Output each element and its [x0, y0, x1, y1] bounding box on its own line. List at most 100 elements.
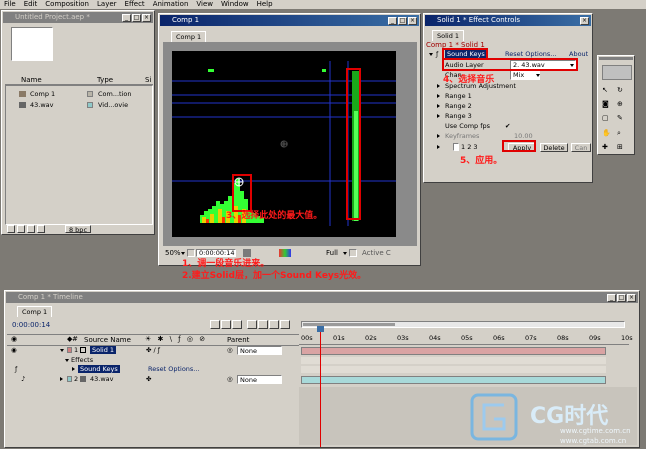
- visibility-icon[interactable]: ◉: [11, 346, 17, 354]
- new-folder-button[interactable]: [17, 225, 25, 233]
- prop-label[interactable]: Range 2: [445, 102, 472, 110]
- prop-label[interactable]: Range 1: [445, 92, 472, 100]
- zoom-dropdown[interactable]: 50%: [165, 249, 181, 257]
- maximize-button[interactable]: □: [398, 17, 407, 25]
- current-time-indicator[interactable]: [320, 329, 321, 447]
- timeline-current-time[interactable]: 0:00:00:14: [12, 321, 50, 329]
- resolution-dropdown[interactable]: Full: [326, 249, 338, 257]
- zoom-tool-icon[interactable]: ⌕: [617, 129, 625, 137]
- fx-titlebar[interactable]: Solid 1 * Effect Controls ×: [425, 15, 591, 26]
- close-button[interactable]: ×: [142, 14, 151, 22]
- close-button[interactable]: ×: [408, 17, 417, 25]
- trash-button[interactable]: [37, 225, 45, 233]
- maximize-button[interactable]: □: [617, 294, 626, 302]
- menu-item[interactable]: File: [0, 0, 20, 9]
- graph-editor-button[interactable]: [269, 320, 279, 329]
- comp-titlebar[interactable]: Comp 1 _ □ ×: [160, 15, 419, 26]
- close-button[interactable]: ×: [627, 294, 636, 302]
- motion-blur-button[interactable]: [247, 320, 257, 329]
- twirl-right-icon[interactable]: [437, 134, 440, 138]
- menu-item[interactable]: Animation: [149, 0, 193, 9]
- menu-item[interactable]: Composition: [41, 0, 93, 9]
- cancel-button[interactable]: Can: [571, 143, 591, 152]
- shy-switch-button[interactable]: [221, 320, 231, 329]
- twirl-right-icon[interactable]: [437, 94, 440, 98]
- roi-button[interactable]: [349, 249, 357, 257]
- tab-timeline-comp-1[interactable]: Comp 1: [17, 306, 53, 317]
- hand-tool-icon[interactable]: ✋: [602, 129, 611, 137]
- col-size[interactable]: Si: [145, 76, 151, 84]
- list-item[interactable]: 43.wav Vid...ovie: [8, 101, 148, 110]
- twirl-right-icon[interactable]: [60, 377, 63, 381]
- parent-pickwhip-icon[interactable]: ◎: [227, 346, 233, 354]
- minimize-button[interactable]: _: [388, 17, 397, 25]
- menu-item[interactable]: View: [192, 0, 217, 9]
- list-item[interactable]: Comp 1 Com...tion: [8, 90, 148, 99]
- col-source-name[interactable]: Source Name: [84, 336, 131, 344]
- minimize-button[interactable]: _: [607, 294, 616, 302]
- slot-1[interactable]: [453, 143, 459, 151]
- draft-3d-button[interactable]: [258, 320, 268, 329]
- twirl-right-icon[interactable]: [437, 84, 440, 88]
- interpret-footage-button[interactable]: [7, 225, 15, 233]
- project-titlebar[interactable]: Untitled Project.aep * _ □ ×: [3, 12, 153, 23]
- twirl-down-icon[interactable]: [429, 53, 433, 56]
- menu-item[interactable]: Edit: [20, 0, 42, 9]
- live-update-button[interactable]: [280, 320, 290, 329]
- fx-toggle-icon[interactable]: ƒ: [436, 50, 438, 58]
- comp-flowchart-button[interactable]: [210, 320, 220, 329]
- layer-row[interactable]: ◉ 1 Solid 1 ✤ / ƒ ◎ None: [7, 346, 299, 356]
- axis-mode-icon[interactable]: ✚: [602, 143, 610, 151]
- timeline-titlebar[interactable]: Comp 1 * Timeline _ □ ×: [6, 292, 638, 303]
- time-ruler[interactable]: 00s 01s 02s 03s 04s 05s 06s 07s 08s 09s 10s: [299, 333, 633, 345]
- menu-item[interactable]: Layer: [93, 0, 121, 9]
- tools-grip[interactable]: [599, 57, 633, 60]
- world-axis-icon[interactable]: ⊞: [617, 143, 625, 151]
- col-type[interactable]: Type: [97, 76, 113, 84]
- pen-tool-icon[interactable]: ✎: [617, 114, 625, 122]
- keyframes-value[interactable]: 10.00: [514, 132, 533, 140]
- frame-blend-button[interactable]: [232, 320, 242, 329]
- channel-icon[interactable]: [279, 249, 291, 257]
- twirl-down-icon[interactable]: [60, 349, 64, 352]
- layer-row[interactable]: ♪ 2 43.wav ✤ ◎ None: [7, 375, 299, 385]
- close-button[interactable]: ×: [580, 17, 589, 25]
- minimize-button[interactable]: _: [122, 14, 131, 22]
- reset-options-link[interactable]: Reset Options...: [505, 50, 557, 58]
- reset-options-link[interactable]: Reset Options...: [148, 365, 200, 373]
- sound-keys-effect[interactable]: Sound Keys: [78, 365, 120, 373]
- prop-label[interactable]: Range 3: [445, 112, 472, 120]
- pan-behind-tool-icon[interactable]: ⊕: [617, 100, 625, 108]
- camera-dropdown[interactable]: Active C: [362, 249, 391, 257]
- menu-item[interactable]: Window: [217, 0, 253, 9]
- layer-name[interactable]: Solid 1: [90, 346, 117, 354]
- layer-bar[interactable]: [301, 376, 606, 384]
- parent-select[interactable]: None: [237, 375, 282, 384]
- delete-button[interactable]: Delete: [540, 143, 568, 152]
- twirl-right-icon[interactable]: [72, 367, 75, 371]
- rotate-tool-icon[interactable]: ↻: [617, 86, 625, 94]
- audio-icon[interactable]: ♪: [21, 375, 25, 383]
- arrow-tool-icon[interactable]: ↖: [602, 86, 610, 94]
- layer-name[interactable]: 43.wav: [90, 375, 113, 383]
- menu-item[interactable]: Effect: [121, 0, 149, 9]
- twirl-right-icon[interactable]: [437, 104, 440, 108]
- bpc-button[interactable]: 8 bpc: [65, 225, 91, 234]
- parent-select[interactable]: None: [237, 346, 282, 355]
- col-name[interactable]: Name: [21, 76, 42, 84]
- maximize-button[interactable]: □: [132, 14, 141, 22]
- twirl-right-icon[interactable]: [437, 145, 440, 149]
- layer-bar[interactable]: [301, 347, 606, 355]
- layer-switches[interactable]: ✤ / ƒ: [146, 346, 160, 354]
- menu-item[interactable]: Help: [253, 0, 277, 9]
- twirl-right-icon[interactable]: [437, 114, 440, 118]
- mask-tool-icon[interactable]: ▢: [602, 114, 610, 122]
- parent-pickwhip-icon[interactable]: ◎: [227, 375, 233, 383]
- layer-switches[interactable]: ✤: [146, 375, 151, 383]
- about-link[interactable]: About: [569, 50, 588, 58]
- col-parent[interactable]: Parent: [227, 336, 249, 344]
- use-comp-fps-checkbox[interactable]: ✔: [505, 122, 510, 130]
- tab-solid-1[interactable]: Solid 1: [432, 30, 465, 41]
- time-indicator-head[interactable]: [317, 326, 324, 332]
- twirl-down-icon[interactable]: [65, 359, 69, 362]
